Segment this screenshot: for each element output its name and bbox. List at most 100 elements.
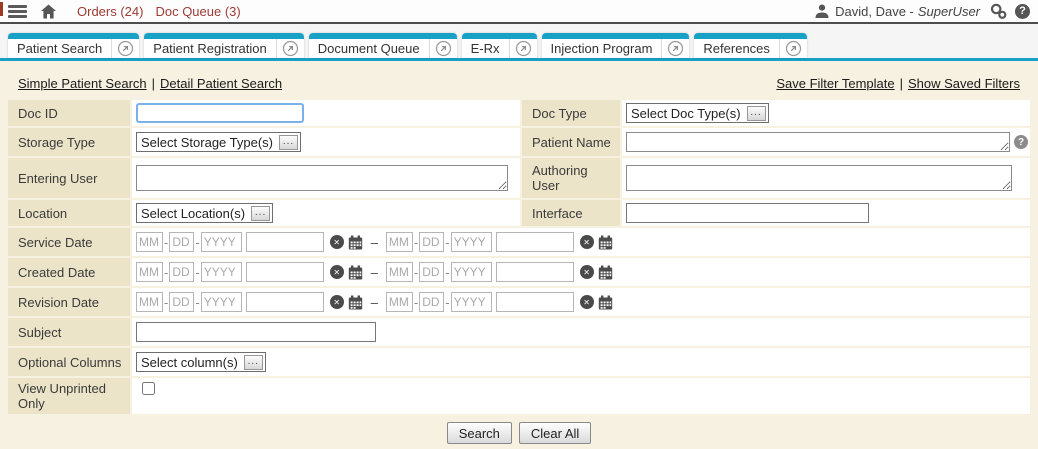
link-separator: | xyxy=(900,76,903,91)
created-from-calendar-icon[interactable] xyxy=(348,265,363,280)
revision-from-month-input[interactable] xyxy=(136,292,163,312)
clear-all-button[interactable]: Clear All xyxy=(519,422,591,444)
tab-document-queue[interactable]: Document Queue xyxy=(309,33,457,58)
open-new-window-icon[interactable] xyxy=(276,39,304,58)
created-to-calendar-icon[interactable] xyxy=(598,265,613,280)
created-to-clear-icon[interactable]: ✕ xyxy=(580,265,594,279)
revision-from-calendar-icon[interactable] xyxy=(348,295,363,310)
doc-id-input[interactable] xyxy=(136,103,304,123)
row-entering-authoring: Entering User Authoring User xyxy=(8,158,1030,198)
show-saved-filters-link[interactable]: Show Saved Filters xyxy=(908,76,1020,91)
optional-columns-picker-value: Select column(s) xyxy=(141,355,238,370)
created-from-year-input[interactable] xyxy=(201,262,242,282)
tab-references[interactable]: References xyxy=(694,33,806,58)
link-icon[interactable] xyxy=(990,3,1007,19)
home-icon[interactable] xyxy=(40,4,57,19)
patient-name-input[interactable] xyxy=(626,132,1010,152)
revision-to-calendar-icon[interactable] xyxy=(598,295,613,310)
created-from-month-input[interactable] xyxy=(136,262,163,282)
revision-to-clear-icon[interactable]: ✕ xyxy=(580,295,594,309)
optional-columns-label: Optional Columns xyxy=(8,348,130,376)
service-to-month-input[interactable] xyxy=(386,232,413,252)
location-label: Location xyxy=(8,200,130,226)
tab-label: E-Rx xyxy=(462,41,509,56)
created-from-clear-icon[interactable]: ✕ xyxy=(330,265,344,279)
subject-input[interactable] xyxy=(136,322,376,342)
created-to-date-text-input[interactable] xyxy=(496,262,574,282)
tab-e-rx[interactable]: E-Rx xyxy=(462,33,537,58)
created-date-label: Created Date xyxy=(8,258,130,286)
service-to-calendar-icon[interactable] xyxy=(598,235,613,250)
row-created-date: Created Date - - ✕ – - - ✕ xyxy=(8,258,1030,286)
search-button[interactable]: Search xyxy=(447,422,512,444)
service-to-clear-icon[interactable]: ✕ xyxy=(580,235,594,249)
created-from-day-input[interactable] xyxy=(169,262,194,282)
open-new-window-icon[interactable] xyxy=(111,39,139,58)
tab-injection-program[interactable]: Injection Program xyxy=(542,33,690,58)
authoring-user-input[interactable] xyxy=(626,165,1012,191)
service-to-date-text-input[interactable] xyxy=(496,232,574,252)
hamburger-menu-icon[interactable] xyxy=(8,5,27,18)
revision-from-clear-icon[interactable]: ✕ xyxy=(330,295,344,309)
date-hyphen: - xyxy=(164,265,168,280)
tab-patient-registration[interactable]: Patient Registration xyxy=(144,33,303,58)
service-from-calendar-icon[interactable] xyxy=(348,235,363,250)
storage-type-picker[interactable]: Select Storage Type(s) ... xyxy=(136,132,301,152)
revision-to-day-input[interactable] xyxy=(419,292,444,312)
storage-type-browse-button[interactable]: ... xyxy=(279,135,298,150)
revision-from-day-input[interactable] xyxy=(169,292,194,312)
doc-type-browse-button[interactable]: ... xyxy=(747,106,766,121)
tab-label: Patient Registration xyxy=(144,41,275,56)
detail-patient-search-link[interactable]: Detail Patient Search xyxy=(160,76,282,91)
revision-to-month-input[interactable] xyxy=(386,292,413,312)
save-filter-template-link[interactable]: Save Filter Template xyxy=(776,76,894,91)
service-from-month-input[interactable] xyxy=(136,232,163,252)
simple-patient-search-link[interactable]: Simple Patient Search xyxy=(18,76,147,91)
date-range-dash: – xyxy=(371,235,378,250)
row-view-unprinted: View Unprinted Only xyxy=(8,378,1030,414)
created-to-month-input[interactable] xyxy=(386,262,413,282)
created-to-day-input[interactable] xyxy=(419,262,444,282)
interface-input[interactable] xyxy=(626,203,869,223)
row-revision-date: Revision Date - - ✕ – - - ✕ xyxy=(8,288,1030,316)
open-new-window-icon[interactable] xyxy=(779,39,807,58)
service-from-date-text-input[interactable] xyxy=(246,232,324,252)
tab-patient-search[interactable]: Patient Search xyxy=(8,33,139,58)
doc-type-picker[interactable]: Select Doc Type(s) ... xyxy=(626,103,769,123)
help-icon[interactable]: ? xyxy=(1015,4,1030,19)
service-from-day-input[interactable] xyxy=(169,232,194,252)
created-to-year-input[interactable] xyxy=(451,262,492,282)
action-buttons-row: Search Clear All xyxy=(8,416,1030,449)
tab-strip: Patient Search Patient Registration Docu… xyxy=(0,24,1038,61)
revision-from-year-input[interactable] xyxy=(201,292,242,312)
row-location-interface: Location Select Location(s) ... Interfac… xyxy=(8,200,1030,226)
header-user-area: David, Dave - SuperUser ? xyxy=(814,3,1038,19)
created-from-date-text-input[interactable] xyxy=(246,262,324,282)
entering-user-input[interactable] xyxy=(136,165,508,191)
service-to-day-input[interactable] xyxy=(419,232,444,252)
service-from-clear-icon[interactable]: ✕ xyxy=(330,235,344,249)
row-storage-patient: Storage Type Select Storage Type(s) ... … xyxy=(8,128,1030,156)
open-new-window-icon[interactable] xyxy=(661,39,689,58)
filter-links-row: Simple Patient Search | Detail Patient Sea… xyxy=(8,61,1030,100)
optional-columns-picker[interactable]: Select column(s) ... xyxy=(136,352,266,372)
open-new-window-icon[interactable] xyxy=(429,39,457,58)
service-from-year-input[interactable] xyxy=(201,232,242,252)
location-picker-value: Select Location(s) xyxy=(141,206,245,221)
doc-queue-nav-link[interactable]: Doc Queue (3) xyxy=(155,4,240,19)
date-hyphen: - xyxy=(195,235,199,250)
view-unprinted-checkbox[interactable] xyxy=(142,382,155,395)
open-new-window-icon[interactable] xyxy=(509,39,537,58)
orders-nav-link[interactable]: Orders (24) xyxy=(77,4,143,19)
revision-to-date-text-input[interactable] xyxy=(496,292,574,312)
location-picker[interactable]: Select Location(s) ... xyxy=(136,203,273,223)
storage-type-label: Storage Type xyxy=(8,128,130,156)
row-optional-columns: Optional Columns Select column(s) ... xyxy=(8,348,1030,376)
location-browse-button[interactable]: ... xyxy=(251,206,270,221)
service-to-year-input[interactable] xyxy=(451,232,492,252)
patient-name-help-icon[interactable]: ? xyxy=(1014,135,1028,149)
revision-to-year-input[interactable] xyxy=(451,292,492,312)
user-role: SuperUser xyxy=(918,4,980,19)
revision-from-date-text-input[interactable] xyxy=(246,292,324,312)
optional-columns-browse-button[interactable]: ... xyxy=(244,355,263,370)
